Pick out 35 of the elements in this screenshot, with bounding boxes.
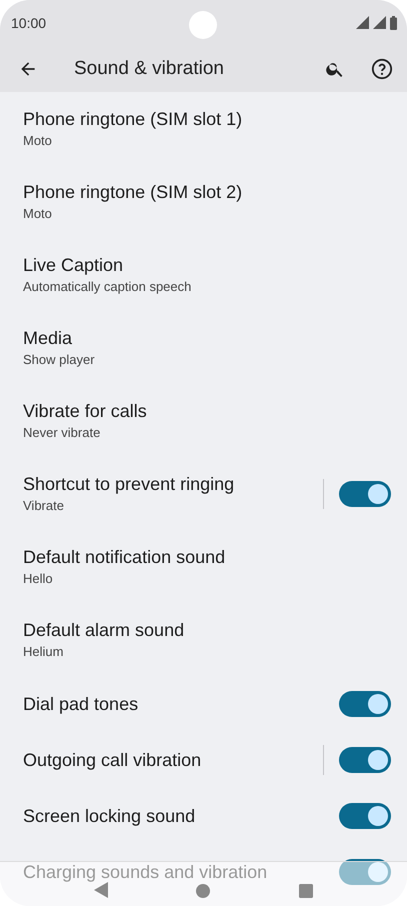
screen-title: Sound & vibration — [74, 58, 225, 80]
home-nav-icon[interactable] — [196, 884, 210, 898]
setting-title: Screen locking sound — [23, 806, 196, 826]
toggle-switch[interactable] — [339, 747, 391, 773]
toggle-switch[interactable] — [339, 803, 391, 829]
setting-title: Outgoing call vibration — [23, 750, 202, 770]
setting-title: Phone ringtone (SIM slot 2) — [23, 182, 242, 203]
setting-summary: Automatically caption speech — [23, 279, 192, 294]
setting-title: Default alarm sound — [23, 620, 184, 641]
setting-title: Phone ringtone (SIM slot 1) — [23, 109, 242, 130]
setting-title: Charging sounds and vibration — [23, 862, 268, 882]
setting-title: Shortcut to prevent ringing — [23, 474, 234, 495]
setting-title: Live Caption — [23, 255, 124, 276]
recents-nav-icon[interactable] — [298, 884, 313, 898]
setting-summary: Never vibrate — [23, 425, 100, 440]
signal-icon — [373, 16, 386, 29]
setting-title: Dial pad tones — [23, 694, 138, 714]
setting-summary: Hello — [23, 571, 53, 586]
toggle-switch[interactable] — [339, 691, 391, 717]
setting-summary: Moto — [23, 206, 52, 221]
battery-icon — [390, 16, 397, 30]
toggle-switch[interactable] — [339, 480, 391, 506]
back-nav-icon[interactable] — [94, 882, 108, 898]
setting-title: Media — [23, 328, 72, 349]
setting-title: Vibrate for calls — [23, 401, 147, 422]
toggle-switch[interactable] — [339, 859, 391, 885]
setting-summary: Helium — [23, 644, 64, 659]
signal-icon — [356, 16, 369, 29]
setting-summary: Show player — [23, 352, 95, 367]
status-time: 10:00 — [11, 14, 46, 30]
setting-summary: Moto — [23, 133, 52, 148]
camera-cutout — [189, 11, 217, 39]
help-icon — [371, 58, 393, 80]
setting-summary: Vibrate — [23, 498, 64, 513]
setting-title: Default notification sound — [23, 547, 226, 568]
